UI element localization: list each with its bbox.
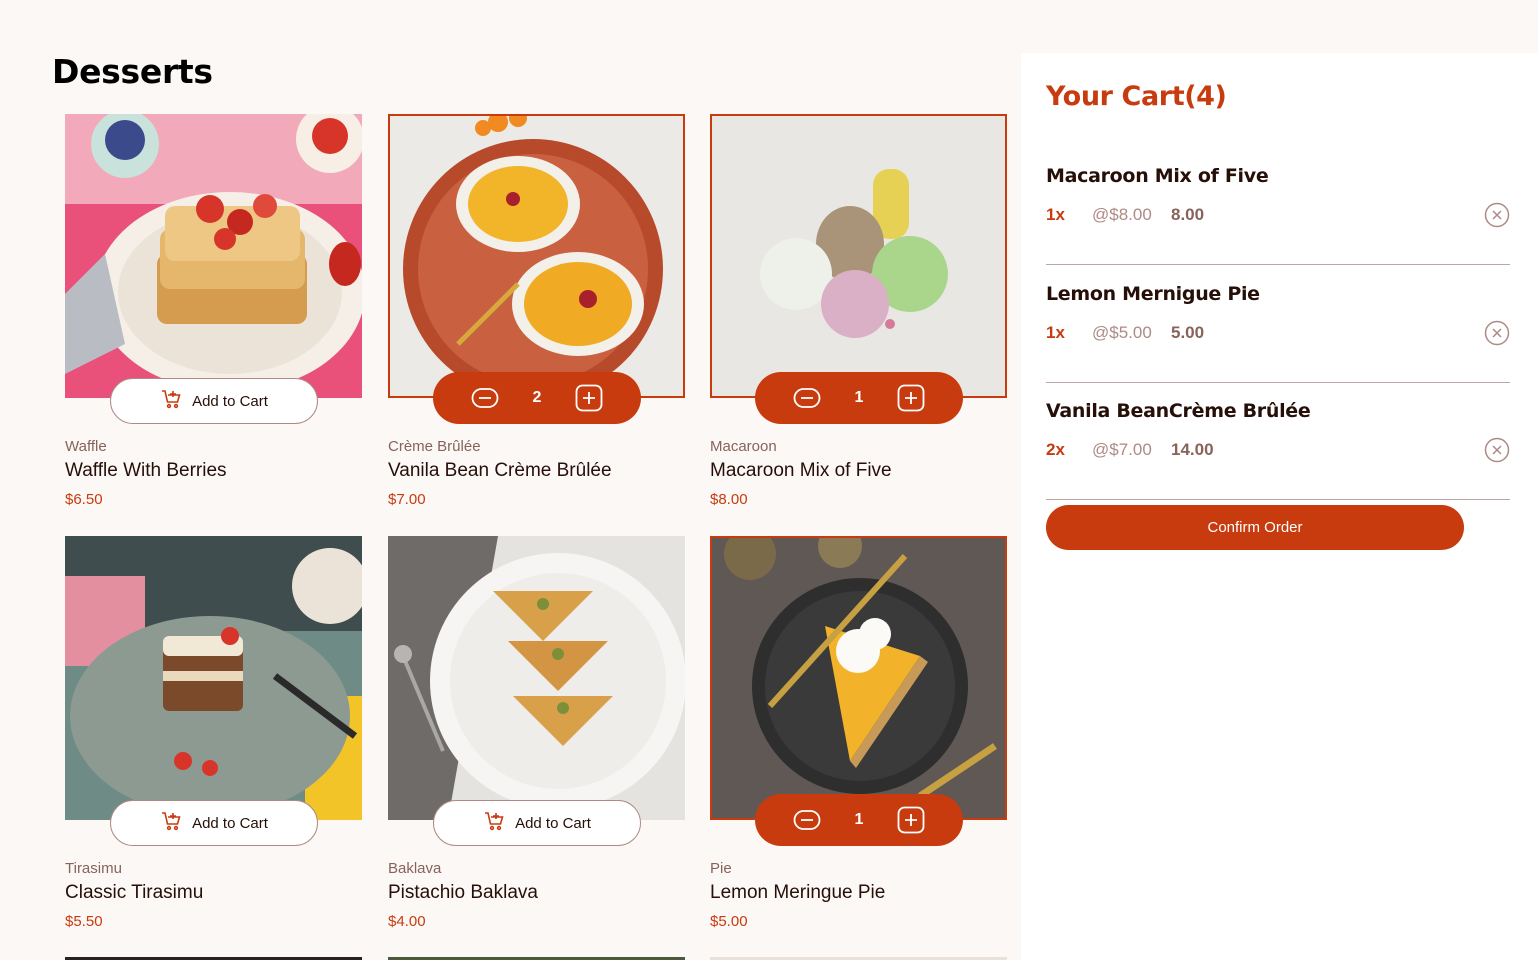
product-name: Pistachio Baklava bbox=[388, 882, 538, 903]
cart-item-total: 14.00 bbox=[1171, 440, 1214, 459]
product-image bbox=[388, 536, 685, 820]
add-to-cart-icon bbox=[160, 388, 182, 414]
remove-item-icon[interactable] bbox=[1484, 320, 1510, 346]
add-to-cart-icon bbox=[160, 810, 182, 836]
cart-item-total: 5.00 bbox=[1171, 323, 1205, 342]
remove-item-icon[interactable] bbox=[1484, 202, 1510, 228]
add-to-cart-label: Add to Cart bbox=[192, 814, 268, 832]
add-to-cart-button[interactable]: Add to Cart bbox=[110, 378, 318, 424]
product-image bbox=[65, 114, 362, 398]
product-card-pie: 1 Pie Lemon Meringue Pie $5.00 bbox=[710, 536, 1007, 930]
cart-item-unit-price: @$8.00 bbox=[1092, 205, 1152, 224]
product-name: Vanila Bean Crème Brûlée bbox=[388, 460, 612, 481]
quantity-value: 1 bbox=[854, 811, 864, 828]
decrement-button[interactable] bbox=[471, 384, 499, 412]
cart-item-name: Lemon Mernigue Pie bbox=[1046, 283, 1260, 305]
page-title: Desserts bbox=[52, 52, 213, 91]
product-card-waffle: Add to Cart Waffle Waffle With Berries $… bbox=[65, 114, 362, 508]
product-name: Macaroon Mix of Five bbox=[710, 460, 892, 481]
decrement-button[interactable] bbox=[793, 806, 821, 834]
product-price: $5.00 bbox=[710, 913, 748, 930]
cart-item-name: Macaroon Mix of Five bbox=[1046, 165, 1269, 187]
cart-item-quantity: 1x bbox=[1046, 205, 1065, 224]
quantity-stepper[interactable]: 2 bbox=[433, 372, 641, 424]
product-name: Waffle With Berries bbox=[65, 460, 227, 481]
quantity-stepper[interactable]: 1 bbox=[755, 794, 963, 846]
product-price: $6.50 bbox=[65, 491, 103, 508]
product-category: Crème Brûlée bbox=[388, 438, 481, 455]
quantity-value: 2 bbox=[532, 389, 542, 406]
cart-item: Vanila BeanCrème Brûlée 2x @$7.00 14.00 bbox=[1046, 400, 1510, 500]
add-to-cart-label: Add to Cart bbox=[515, 814, 591, 832]
add-to-cart-button[interactable]: Add to Cart bbox=[433, 800, 641, 846]
product-category: Pie bbox=[710, 860, 732, 877]
cart-title: Your Cart(4) bbox=[1046, 81, 1227, 112]
product-category: Tirasimu bbox=[65, 860, 122, 877]
confirm-order-button[interactable]: Confirm Order bbox=[1046, 505, 1464, 550]
add-to-cart-button[interactable]: Add to Cart bbox=[110, 800, 318, 846]
product-price: $7.00 bbox=[388, 491, 426, 508]
product-image bbox=[710, 536, 1007, 820]
cart-item-unit-price: @$5.00 bbox=[1092, 323, 1152, 342]
quantity-stepper[interactable]: 1 bbox=[755, 372, 963, 424]
cart-item-name: Vanila BeanCrème Brûlée bbox=[1046, 400, 1311, 422]
product-card-macaroon: 1 Macaroon Macaroon Mix of Five $8.00 bbox=[710, 114, 1007, 508]
product-card-tiramisu: Add to Cart Tirasimu Classic Tirasimu $5… bbox=[65, 536, 362, 930]
product-price: $5.50 bbox=[65, 913, 103, 930]
add-to-cart-icon bbox=[483, 810, 505, 836]
decrement-button[interactable] bbox=[793, 384, 821, 412]
cart-item-quantity: 2x bbox=[1046, 440, 1065, 459]
product-name: Lemon Meringue Pie bbox=[710, 882, 886, 903]
product-image bbox=[65, 536, 362, 820]
increment-button[interactable] bbox=[897, 384, 925, 412]
cart-item: Macaroon Mix of Five 1x @$8.00 8.00 bbox=[1046, 165, 1510, 265]
quantity-value: 1 bbox=[854, 389, 864, 406]
product-category: Macaroon bbox=[710, 438, 777, 455]
cart-item-quantity: 1x bbox=[1046, 323, 1065, 342]
cart-item: Lemon Mernigue Pie 1x @$5.00 5.00 bbox=[1046, 283, 1510, 383]
product-category: Waffle bbox=[65, 438, 107, 455]
increment-button[interactable] bbox=[575, 384, 603, 412]
product-card-baklava: Add to Cart Baklava Pistachio Baklava $4… bbox=[388, 536, 685, 930]
product-price: $4.00 bbox=[388, 913, 426, 930]
product-category: Baklava bbox=[388, 860, 442, 877]
remove-item-icon[interactable] bbox=[1484, 437, 1510, 463]
product-image bbox=[388, 114, 685, 398]
product-price: $8.00 bbox=[710, 491, 748, 508]
product-image bbox=[710, 114, 1007, 398]
product-list: Desserts Add to Cart Waffle Waffle With … bbox=[0, 0, 1020, 960]
product-name: Classic Tirasimu bbox=[65, 882, 204, 903]
cart-item-total: 8.00 bbox=[1171, 205, 1205, 224]
cart-item-unit-price: @$7.00 bbox=[1092, 440, 1152, 459]
add-to-cart-label: Add to Cart bbox=[192, 392, 268, 410]
cart-panel: Your Cart(4) Macaroon Mix of Five 1x @$8… bbox=[1021, 53, 1538, 960]
increment-button[interactable] bbox=[897, 806, 925, 834]
product-card-creme-brulee: 2 Crème Brûlée Vanila Bean Crème Brûlée … bbox=[388, 114, 685, 508]
